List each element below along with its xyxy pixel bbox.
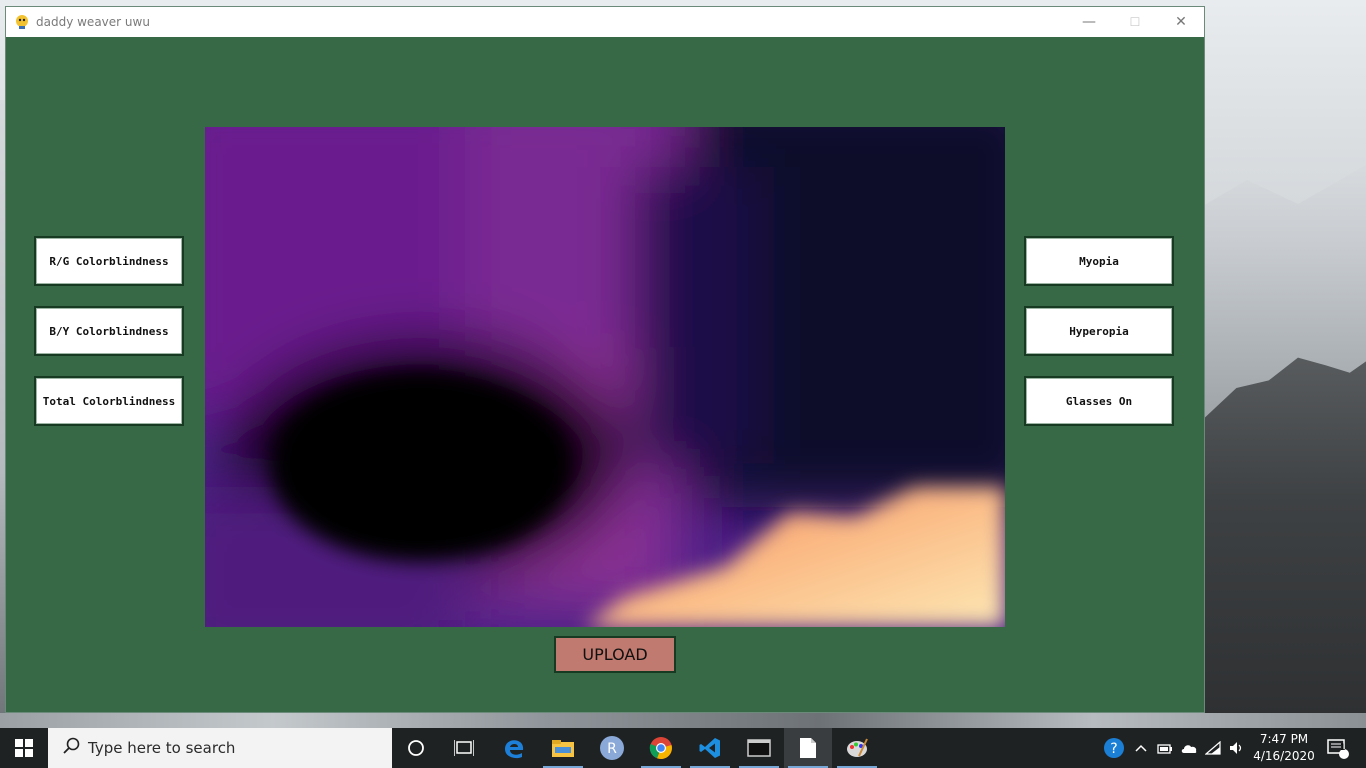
- rg-colorblindness-button[interactable]: R/G Colorblindness: [34, 236, 184, 286]
- title-bar[interactable]: daddy weaver uwu — ☐ ✕: [6, 7, 1204, 37]
- window-title: daddy weaver uwu: [36, 15, 150, 29]
- search-icon: [62, 737, 80, 760]
- hyperopia-button[interactable]: Hyperopia: [1024, 306, 1174, 356]
- help-icon[interactable]: ?: [1100, 728, 1128, 768]
- cortana-icon[interactable]: [392, 728, 440, 768]
- window-controls: — ☐ ✕: [1066, 7, 1204, 37]
- file-explorer-icon[interactable]: [539, 728, 587, 768]
- terminal-icon[interactable]: [735, 728, 783, 768]
- volume-icon[interactable]: [1226, 728, 1248, 768]
- close-button[interactable]: ✕: [1158, 7, 1204, 37]
- taskbar-clock[interactable]: 7:47 PM 4/16/2020: [1248, 731, 1320, 765]
- chrome-icon[interactable]: [637, 728, 685, 768]
- total-colorblindness-button[interactable]: Total Colorblindness: [34, 376, 184, 426]
- svg-text:?: ?: [1110, 741, 1117, 757]
- paint-icon[interactable]: [833, 728, 881, 768]
- search-placeholder: Type here to search: [88, 739, 236, 757]
- notepad-icon[interactable]: [784, 728, 832, 768]
- myopia-button[interactable]: Myopia: [1024, 236, 1174, 286]
- onedrive-icon[interactable]: [1178, 728, 1200, 768]
- upload-button[interactable]: UPLOAD: [554, 636, 676, 673]
- r-app-icon[interactable]: R: [588, 728, 636, 768]
- app-window: daddy weaver uwu — ☐ ✕ R/G Colorblindnes…: [5, 6, 1205, 713]
- vscode-icon[interactable]: [686, 728, 734, 768]
- taskbar-search-box[interactable]: Type here to search: [48, 728, 392, 768]
- clock-time: 7:47 PM: [1259, 732, 1309, 746]
- by-colorblindness-button[interactable]: B/Y Colorblindness: [34, 306, 184, 356]
- desktop-strip: [0, 713, 1366, 728]
- glasses-on-button[interactable]: Glasses On: [1024, 376, 1174, 426]
- start-button[interactable]: [0, 728, 48, 768]
- pygame-snake-icon: [14, 14, 30, 30]
- battery-icon[interactable]: [1154, 728, 1176, 768]
- edge-icon[interactable]: [490, 728, 538, 768]
- desktop-trees: [1204, 357, 1366, 730]
- depth-map-image: [205, 127, 1005, 627]
- minimize-button[interactable]: —: [1066, 7, 1112, 37]
- svg-text:R: R: [607, 741, 617, 757]
- chevron-up-icon[interactable]: [1130, 728, 1152, 768]
- notification-badge: 1: [1340, 743, 1346, 753]
- app-canvas: R/G Colorblindness B/Y Colorblindness To…: [6, 37, 1204, 712]
- task-view-icon[interactable]: [440, 728, 488, 768]
- wifi-icon[interactable]: [1202, 728, 1224, 768]
- taskbar: Type here to search R ? 7:47 PM 4/16/202…: [0, 728, 1366, 768]
- maximize-button[interactable]: ☐: [1112, 7, 1158, 37]
- clock-date: 4/16/2020: [1253, 749, 1315, 763]
- notification-center-icon[interactable]: 1: [1318, 728, 1358, 768]
- windows-logo-icon: [15, 739, 33, 757]
